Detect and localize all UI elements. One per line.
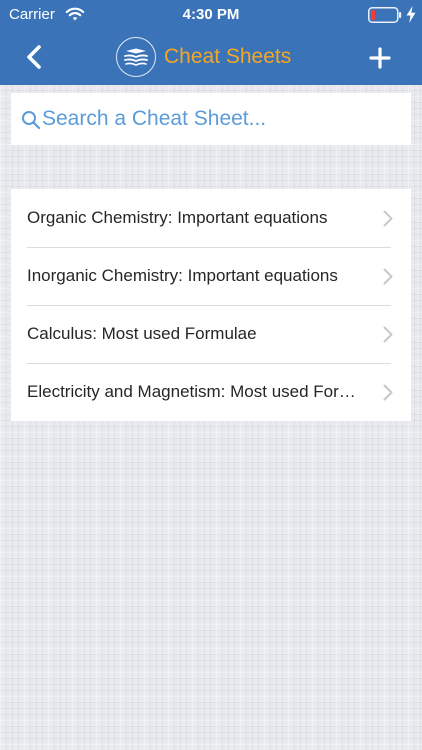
cheat-sheet-list: Organic Chemistry: Important equations I… <box>11 189 411 421</box>
chevron-right-icon <box>383 210 393 232</box>
list-item-label: Organic Chemistry: Important equations <box>27 208 328 227</box>
list-item[interactable]: Inorganic Chemistry: Important equations <box>11 247 411 305</box>
nav-bar: Cheat Sheets <box>0 30 422 85</box>
chevron-right-icon <box>383 326 393 348</box>
page-title: Cheat Sheets <box>164 45 292 68</box>
list-item[interactable]: Organic Chemistry: Important equations <box>11 189 411 247</box>
status-time: 4:30 PM <box>182 6 240 23</box>
search-input[interactable] <box>42 107 402 131</box>
top-bar: Carrier 4:30 PM Cheat Sheets <box>0 0 422 85</box>
status-bar: Carrier 4:30 PM <box>0 0 422 30</box>
list-item-label: Inorganic Chemistry: Important equations <box>27 266 338 285</box>
plus-icon <box>366 47 394 76</box>
search-bar[interactable] <box>11 93 411 145</box>
chevron-left-icon <box>18 45 52 76</box>
chevron-right-icon <box>383 384 393 406</box>
title-group: Cheat Sheets <box>116 35 291 79</box>
list-item[interactable]: Calculus: Most used Formulae <box>11 305 411 363</box>
add-button[interactable] <box>366 44 394 72</box>
back-button[interactable] <box>18 42 52 72</box>
list-item[interactable]: Electricity and Magnetism: Most used For… <box>11 363 411 421</box>
search-icon <box>21 110 41 130</box>
charging-icon <box>406 6 416 28</box>
battery-icon <box>368 7 402 28</box>
list-item-label: Calculus: Most used Formulae <box>27 324 257 343</box>
chevron-right-icon <box>383 268 393 290</box>
book-logo-icon <box>116 37 156 77</box>
list-item-label: Electricity and Magnetism: Most used For… <box>27 382 359 401</box>
